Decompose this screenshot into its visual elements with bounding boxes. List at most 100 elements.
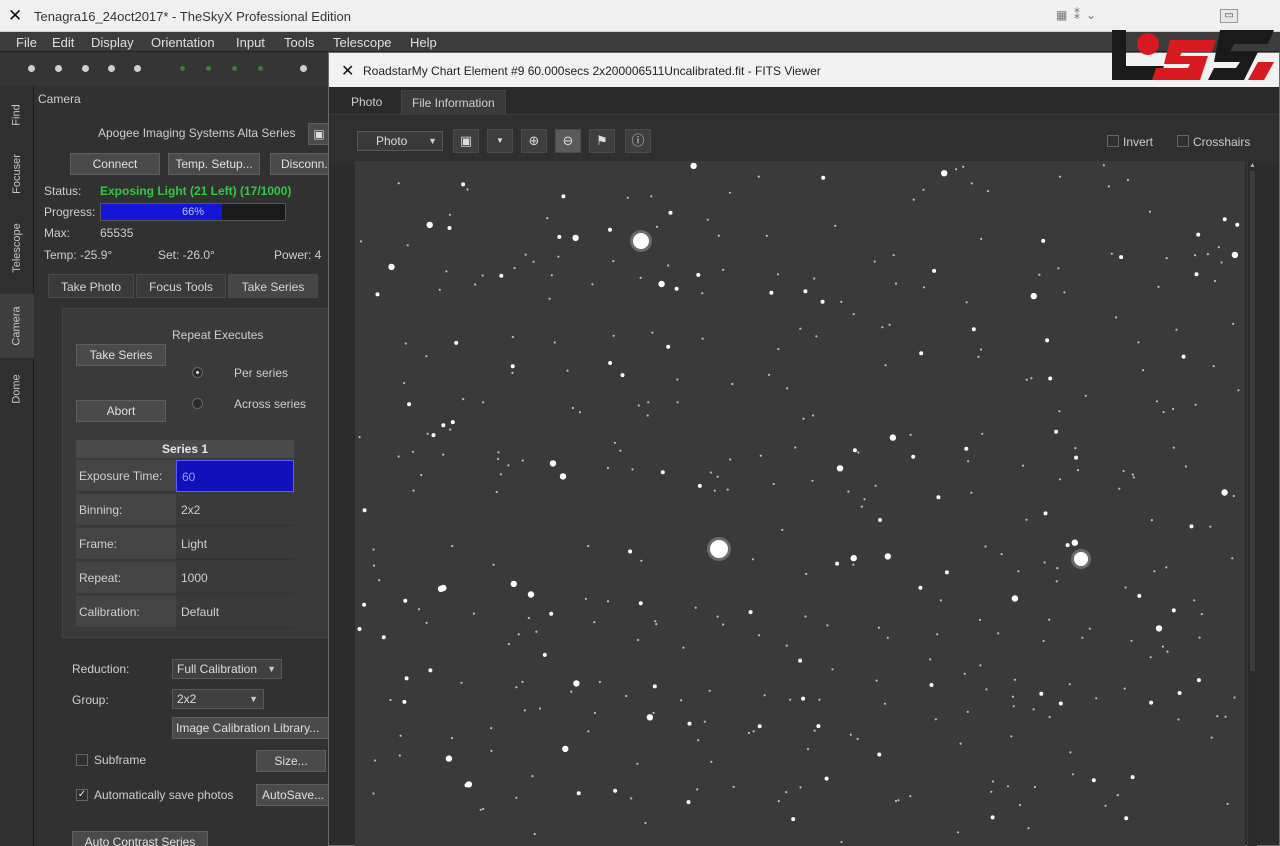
system-tray-icon[interactable]: ⁑ (1074, 8, 1080, 22)
view-mode-select[interactable]: Photo ▼ (357, 131, 443, 151)
autosave-button[interactable]: AutoSave... (256, 784, 330, 806)
size-button[interactable]: Size... (256, 750, 326, 772)
invert-checkbox[interactable] (1107, 135, 1119, 147)
chevron-down-icon[interactable]: ⌄ (1086, 8, 1096, 22)
star (863, 498, 866, 501)
star (909, 433, 912, 436)
toolbar-button-icon[interactable] (108, 65, 115, 72)
star (1181, 354, 1186, 359)
crosshairs-checkbox[interactable] (1177, 135, 1189, 147)
per-series-radio[interactable] (192, 367, 203, 378)
across-series-radio[interactable] (192, 398, 203, 409)
star (751, 558, 754, 561)
star (591, 283, 594, 286)
chevron-down-icon[interactable]: ▼ (487, 129, 513, 153)
flag-icon[interactable]: ⚑ (589, 129, 615, 153)
max-value: 65535 (100, 226, 134, 240)
disconnect-button[interactable]: Disconn... (270, 153, 330, 175)
reduction-value: Full Calibration (177, 662, 258, 676)
status-value: Exposing Light (21 Left) (17/1000) (100, 184, 292, 198)
menu-help[interactable]: Help (410, 35, 437, 50)
subframe-checkbox[interactable] (76, 754, 88, 766)
star (1058, 478, 1061, 481)
zoom-in-icon[interactable]: ⊕ (521, 129, 547, 153)
star (759, 454, 762, 457)
star (799, 786, 802, 789)
reduction-select[interactable]: Full Calibration ▼ (172, 659, 282, 679)
toolbar-button-icon[interactable] (28, 65, 35, 72)
star (1107, 185, 1110, 188)
minimize-button[interactable]: ▭ (1220, 9, 1238, 23)
abort-button[interactable]: Abort (76, 400, 166, 422)
star (1149, 700, 1154, 705)
tab-photo[interactable]: Photo (341, 90, 392, 115)
exposure-time-cell[interactable]: 60 (176, 460, 294, 492)
image-icon[interactable]: ▣ (453, 129, 479, 153)
system-tray-icon[interactable]: ▦ (1056, 8, 1067, 22)
star-field-image (357, 162, 1240, 844)
star (857, 451, 860, 454)
autosave-checkbox[interactable]: ✓ (76, 789, 88, 801)
tab-file-information[interactable]: File Information (401, 90, 506, 115)
menu-input[interactable]: Input (236, 35, 265, 50)
toolbar-status-icon[interactable] (180, 66, 185, 71)
star (803, 289, 808, 294)
toolbar-button-icon[interactable] (134, 65, 141, 72)
star (716, 475, 719, 478)
binning-cell[interactable]: 2x2 (176, 494, 294, 526)
star (777, 800, 780, 803)
scroll-up-icon[interactable]: ▲ (1249, 162, 1256, 169)
tab-take-photo[interactable]: Take Photo (48, 274, 134, 298)
toolbar-button-icon[interactable] (82, 65, 89, 72)
star (559, 473, 567, 480)
menu-tools[interactable]: Tools (284, 35, 314, 50)
group-select[interactable]: 2x2 ▼ (172, 689, 264, 709)
star (357, 627, 362, 631)
toolbar-button-icon[interactable] (55, 65, 62, 72)
frame-cell[interactable]: Light (176, 528, 294, 560)
take-series-button[interactable]: Take Series (76, 344, 166, 366)
calibration-cell[interactable]: Default (176, 596, 294, 628)
star (1116, 794, 1119, 797)
fits-image-canvas[interactable] (355, 161, 1245, 846)
tab-focus-tools[interactable]: Focus Tools (136, 274, 226, 298)
scrollbar-thumb[interactable] (1250, 171, 1255, 671)
star (1123, 687, 1126, 690)
toolbar-status-icon[interactable] (232, 66, 237, 71)
repeat-cell[interactable]: 1000 (176, 562, 294, 594)
crosshairs-label: Crosshairs (1193, 135, 1251, 149)
calibration-library-button[interactable]: Image Calibration Library... (172, 717, 330, 739)
vertical-scrollbar[interactable]: ▲ (1247, 161, 1257, 846)
star (546, 217, 549, 220)
menu-orientation[interactable]: Orientation (151, 35, 215, 50)
side-tab-telescope[interactable]: Telescope (0, 210, 34, 286)
side-tab-find[interactable]: Find (0, 90, 34, 140)
star (425, 355, 428, 358)
star (445, 755, 453, 762)
star (799, 327, 802, 330)
toolbar-status-icon[interactable] (206, 66, 211, 71)
temp-setup-button[interactable]: Temp. Setup... (168, 153, 260, 175)
zoom-out-icon[interactable]: ⊖ (555, 129, 581, 153)
side-tab-focuser[interactable]: Focuser (0, 144, 34, 204)
menu-file[interactable]: File (16, 35, 37, 50)
side-tab-camera[interactable]: Camera (0, 294, 34, 358)
menu-edit[interactable]: Edit (52, 35, 74, 50)
star (1221, 489, 1228, 496)
info-icon[interactable]: ⓘ (625, 129, 651, 153)
auto-contrast-series-button[interactable]: Auto Contrast Series (72, 831, 208, 846)
camera-settings-icon[interactable]: ▣ (308, 123, 330, 145)
toolbar-status-icon[interactable] (258, 66, 263, 71)
side-tab-dome[interactable]: Dome (0, 364, 34, 414)
menu-telescope[interactable]: Telescope (333, 35, 392, 50)
connect-button[interactable]: Connect (70, 153, 160, 175)
tab-take-series[interactable]: Take Series (228, 274, 318, 298)
star (644, 821, 647, 825)
star (404, 676, 409, 681)
star (929, 683, 934, 687)
star (562, 745, 569, 753)
star (1010, 735, 1013, 738)
toolbar-button-icon[interactable] (300, 65, 307, 72)
menu-display[interactable]: Display (91, 35, 134, 50)
star (970, 182, 973, 185)
